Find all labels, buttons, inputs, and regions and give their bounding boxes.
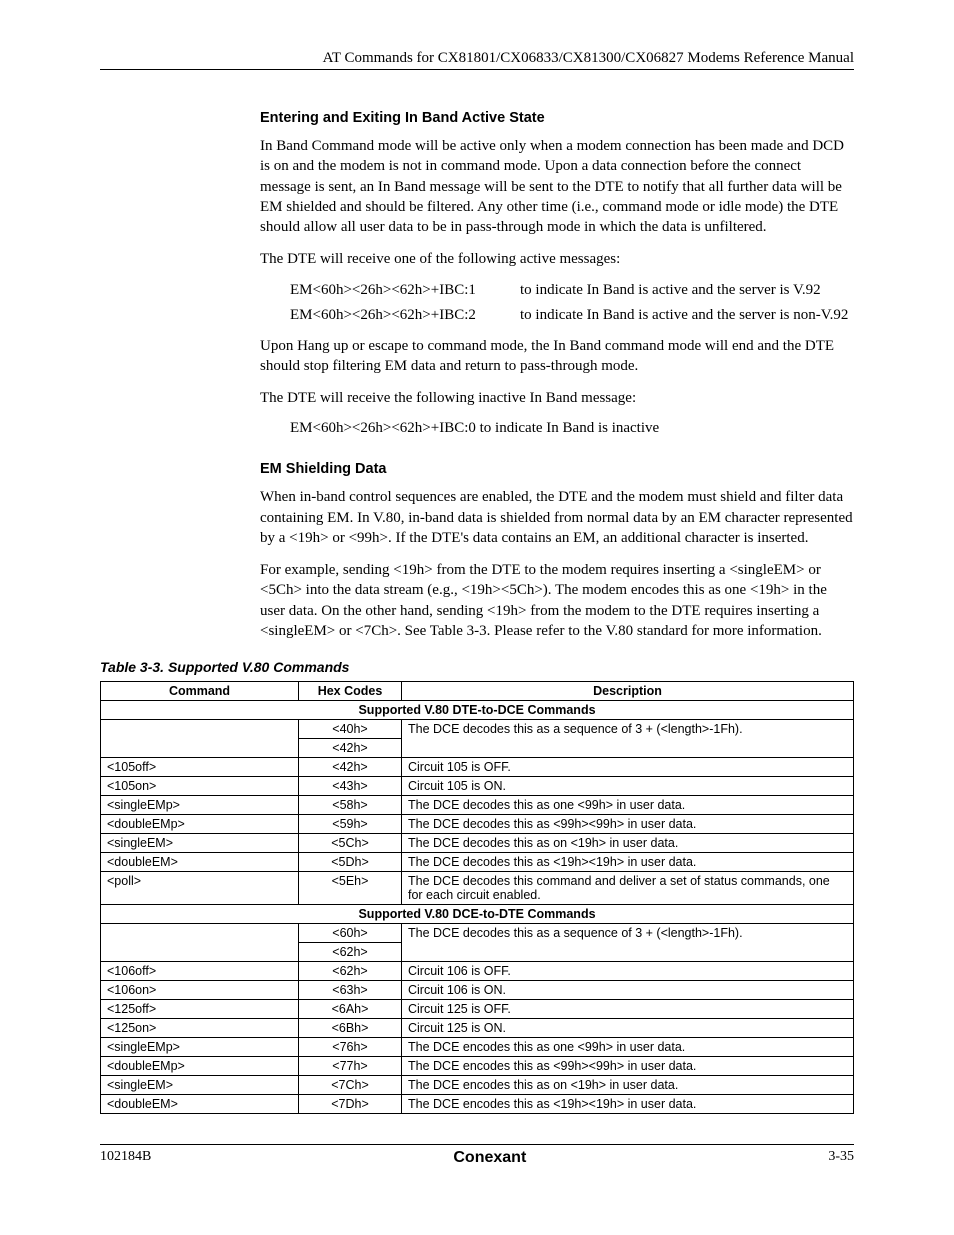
cell-hex: <62h> [299, 962, 402, 981]
footer-right: 3-35 [828, 1149, 854, 1167]
cell-cmd: <poll> [101, 872, 299, 905]
cell-desc: The DCE decodes this command and deliver… [402, 872, 854, 905]
inactive-message: EM<60h><26h><62h>+IBC:0 to indicate In B… [290, 420, 854, 437]
section-title-2: EM Shielding Data [260, 461, 854, 477]
cell-cmd: <105on> [101, 777, 299, 796]
cell-cmd [101, 924, 299, 962]
cell-desc: Circuit 125 is ON. [402, 1019, 854, 1038]
message-row: EM<60h><26h><62h>+IBC:2 to indicate In B… [290, 307, 854, 324]
paragraph: The DTE will receive one of the followin… [260, 249, 854, 269]
cell-desc: The DCE encodes this as on <19h> in user… [402, 1076, 854, 1095]
cell-hex: <7Ch> [299, 1076, 402, 1095]
cell-desc: Circuit 105 is ON. [402, 777, 854, 796]
footer-center: Conexant [453, 1149, 526, 1167]
message-desc: to indicate In Band is active and the se… [520, 307, 854, 324]
cell-hex: <59h> [299, 815, 402, 834]
cell-desc: The DCE decodes this as a sequence of 3 … [402, 720, 854, 758]
cell-desc: Circuit 105 is OFF. [402, 758, 854, 777]
section-title-1: Entering and Exiting In Band Active Stat… [260, 110, 854, 126]
cell-cmd: <105off> [101, 758, 299, 777]
cell-cmd: <singleEM> [101, 834, 299, 853]
cell-desc: The DCE decodes this as <19h><19h> in us… [402, 853, 854, 872]
message-code: EM<60h><26h><62h>+IBC:2 [290, 307, 520, 324]
message-code: EM<60h><26h><62h>+IBC:1 [290, 282, 520, 299]
cell-hex: <62h> [299, 943, 402, 962]
cell-cmd: <doubleEM> [101, 853, 299, 872]
paragraph: The DTE will receive the following inact… [260, 388, 854, 408]
cell-hex: <7Dh> [299, 1095, 402, 1114]
cell-hex: <40h> [299, 720, 402, 739]
cell-cmd: <106on> [101, 981, 299, 1000]
cell-desc: The DCE decodes this as a sequence of 3 … [402, 924, 854, 962]
cell-hex: <5Eh> [299, 872, 402, 905]
cell-hex: <43h> [299, 777, 402, 796]
col-hex: Hex Codes [299, 682, 402, 701]
cell-hex: <42h> [299, 739, 402, 758]
cell-hex: <58h> [299, 796, 402, 815]
col-description: Description [402, 682, 854, 701]
cell-hex: <76h> [299, 1038, 402, 1057]
main-content: Entering and Exiting In Band Active Stat… [260, 110, 854, 641]
cell-cmd: <106off> [101, 962, 299, 981]
cell-desc: The DCE decodes this as <99h><99h> in us… [402, 815, 854, 834]
message-row: EM<60h><26h><62h>+IBC:1 to indicate In B… [290, 282, 854, 299]
group-header: Supported V.80 DCE-to-DTE Commands [101, 905, 854, 924]
message-desc: to indicate In Band is active and the se… [520, 282, 854, 299]
cell-desc: The DCE decodes this as on <19h> in user… [402, 834, 854, 853]
table-header-row: Command Hex Codes Description [101, 682, 854, 701]
paragraph: When in-band control sequences are enabl… [260, 487, 854, 548]
footer-left: 102184B [100, 1149, 151, 1167]
cell-cmd: <singleEMp> [101, 1038, 299, 1057]
cell-desc: The DCE decodes this as one <99h> in use… [402, 796, 854, 815]
cell-desc: Circuit 106 is OFF. [402, 962, 854, 981]
cell-desc: Circuit 125 is OFF. [402, 1000, 854, 1019]
cell-desc: Circuit 106 is ON. [402, 981, 854, 1000]
cell-cmd: <doubleEM> [101, 1095, 299, 1114]
cell-cmd: <singleEM> [101, 1076, 299, 1095]
cell-cmd: <doubleEMp> [101, 815, 299, 834]
paragraph: Upon Hang up or escape to command mode, … [260, 336, 854, 377]
cell-hex: <6Bh> [299, 1019, 402, 1038]
cell-cmd [101, 720, 299, 758]
cell-cmd: <singleEMp> [101, 796, 299, 815]
v80-commands-table: Command Hex Codes Description Supported … [100, 681, 854, 1114]
group-header: Supported V.80 DTE-to-DCE Commands [101, 701, 854, 720]
cell-hex: <5Ch> [299, 834, 402, 853]
cell-desc: The DCE encodes this as <99h><99h> in us… [402, 1057, 854, 1076]
cell-hex: <42h> [299, 758, 402, 777]
paragraph: In Band Command mode will be active only… [260, 136, 854, 237]
cell-desc: The DCE encodes this as <19h><19h> in us… [402, 1095, 854, 1114]
cell-cmd: <125off> [101, 1000, 299, 1019]
active-messages: EM<60h><26h><62h>+IBC:1 to indicate In B… [290, 282, 854, 324]
col-command: Command [101, 682, 299, 701]
page-header: AT Commands for CX81801/CX06833/CX81300/… [100, 50, 854, 70]
paragraph: For example, sending <19h> from the DTE … [260, 560, 854, 641]
page-footer: 102184B Conexant 3-35 [100, 1144, 854, 1167]
cell-cmd: <doubleEMp> [101, 1057, 299, 1076]
cell-cmd: <125on> [101, 1019, 299, 1038]
cell-hex: <63h> [299, 981, 402, 1000]
cell-desc: The DCE encodes this as one <99h> in use… [402, 1038, 854, 1057]
cell-hex: <60h> [299, 924, 402, 943]
cell-hex: <77h> [299, 1057, 402, 1076]
table-caption: Table 3-3. Supported V.80 Commands [100, 659, 854, 675]
cell-hex: <5Dh> [299, 853, 402, 872]
cell-hex: <6Ah> [299, 1000, 402, 1019]
